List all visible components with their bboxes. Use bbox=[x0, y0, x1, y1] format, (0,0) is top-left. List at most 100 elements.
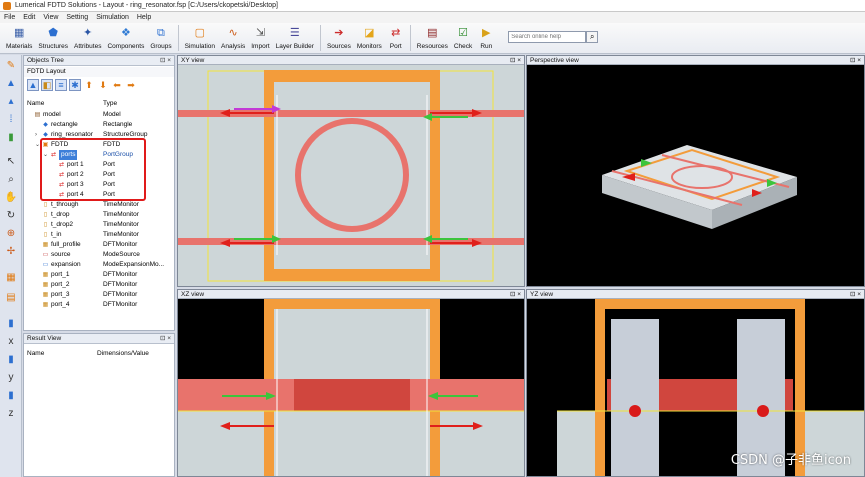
shapes-icon[interactable]: ▲ bbox=[4, 77, 18, 90]
tree-row[interactable]: ▯ t_drop TimeMonitor bbox=[24, 210, 174, 220]
sources-icon: ➔ bbox=[334, 27, 344, 39]
tree-row[interactable]: ▭ expansion ModeExpansionMo... bbox=[24, 260, 174, 270]
tree-row-label: port_4 bbox=[51, 301, 70, 308]
menu-file[interactable]: File bbox=[4, 14, 15, 21]
xy-view[interactable]: XY view ⊡ × bbox=[177, 55, 525, 287]
y-axis-icon[interactable]: ▮ bbox=[4, 353, 18, 366]
tree-row[interactable]: ▯ t_in TimeMonitor bbox=[24, 230, 174, 240]
menu-help[interactable]: Help bbox=[137, 14, 151, 21]
array-icon[interactable]: ▴ bbox=[4, 95, 18, 108]
view-controls[interactable]: ⊡ × bbox=[510, 290, 521, 299]
toolbar-import-button[interactable]: ⇲ Import bbox=[251, 23, 269, 53]
draw-icon[interactable]: ✎ bbox=[4, 59, 18, 72]
tree-row-label: expansion bbox=[51, 261, 81, 268]
toolbar-structures-button[interactable]: ⬟ Structures bbox=[38, 23, 68, 53]
column-type-header[interactable]: Type bbox=[103, 98, 117, 109]
search-icon[interactable]: ⌕ bbox=[586, 31, 599, 43]
toolbar-groups-button[interactable]: ⧉ Groups bbox=[150, 23, 171, 53]
toolbar-port-button[interactable]: ⇄ Port bbox=[388, 23, 404, 53]
tree-row-name-cell: ▦ port_1 bbox=[35, 270, 70, 280]
toolbar-separator bbox=[319, 25, 321, 51]
menu-simulation[interactable]: Simulation bbox=[96, 14, 129, 21]
column-name-header[interactable]: Name bbox=[27, 348, 44, 359]
toolbar-layer-builder-button[interactable]: ☰ Layer Builder bbox=[276, 23, 314, 53]
perspective-view[interactable]: Perspective view ⊡ × bbox=[526, 55, 865, 287]
help-search-input[interactable] bbox=[508, 31, 587, 43]
panel-controls[interactable]: ⊡ × bbox=[160, 56, 171, 66]
view-grid-icon[interactable]: ▦ bbox=[4, 271, 18, 284]
toolbar-label: Monitors bbox=[356, 43, 382, 50]
tree-row-name-cell: ▯ t_drop2 bbox=[35, 220, 73, 230]
measure-icon[interactable]: ⊕ bbox=[4, 227, 18, 240]
mode-expansion-icon: ▭ bbox=[42, 261, 49, 268]
pan-hand-icon[interactable]: ✋ bbox=[4, 191, 18, 204]
z-view-icon[interactable]: z bbox=[4, 407, 18, 420]
check-icon: ☑ bbox=[458, 27, 468, 39]
tree-row[interactable]: ▦ port_2 DFTMonitor bbox=[24, 280, 174, 290]
x-view-icon[interactable]: x bbox=[4, 335, 18, 348]
toolbar-check-button[interactable]: ☑ Check bbox=[454, 23, 472, 53]
move-left-icon[interactable]: ⬅ bbox=[111, 79, 123, 91]
toolbar-components-button[interactable]: ❖ Components bbox=[107, 23, 144, 53]
menu-view[interactable]: View bbox=[43, 14, 58, 21]
toolbar-attributes-button[interactable]: ✦ Attributes bbox=[74, 23, 101, 53]
y-view-icon[interactable]: y bbox=[4, 371, 18, 384]
port-icon: ⇄ bbox=[391, 27, 401, 39]
toolbar-resources-button[interactable]: ▤ Resources bbox=[417, 23, 448, 53]
grid-icon[interactable]: ⁞ bbox=[4, 113, 18, 126]
tree-row[interactable]: ▦ port_3 DFTMonitor bbox=[24, 290, 174, 300]
tree-view-icon[interactable]: ▲ bbox=[27, 79, 39, 91]
tree-row[interactable]: ▤ model Model bbox=[24, 110, 174, 120]
rotate-icon[interactable]: ↻ bbox=[4, 209, 18, 222]
x-axis-icon[interactable]: ▮ bbox=[4, 317, 18, 330]
tree-sort-icon[interactable]: ≡ bbox=[55, 79, 67, 91]
tree-row[interactable]: ▦ port_4 DFTMonitor bbox=[24, 300, 174, 310]
view-title-text: YZ view bbox=[530, 291, 554, 298]
tree-filter-icon[interactable]: ◧ bbox=[41, 79, 53, 91]
zoom-icon[interactable]: ⌕ bbox=[4, 173, 18, 186]
view-controls[interactable]: ⊡ × bbox=[510, 56, 521, 65]
layer-builder-icon: ☰ bbox=[289, 27, 300, 39]
delete-icon[interactable]: ▮ bbox=[4, 131, 18, 144]
tree-row[interactable]: ▯ t_drop2 TimeMonitor bbox=[24, 220, 174, 230]
toolbar-label: Port bbox=[389, 43, 402, 50]
panel-controls[interactable]: ⊡ × bbox=[160, 334, 171, 344]
toolbar-materials-button[interactable]: ▦ Materials bbox=[6, 23, 32, 53]
view-layout-icon[interactable]: ▤ bbox=[4, 291, 18, 304]
view-title-text: XZ view bbox=[181, 291, 205, 298]
toolbar-separator bbox=[177, 25, 179, 51]
expander-icon[interactable]: › bbox=[35, 130, 40, 140]
panel-title-text: Result View bbox=[27, 335, 62, 342]
tree-row[interactable]: ▦ full_profile DFTMonitor bbox=[24, 240, 174, 250]
main-toolbar: ▦ Materials ⬟ Structures ✦ Attributes ❖ Comp… bbox=[0, 23, 865, 54]
menu-edit[interactable]: Edit bbox=[23, 14, 35, 21]
tree-row[interactable]: ▯ t_through TimeMonitor bbox=[24, 200, 174, 210]
move-up-icon[interactable]: ⬆ bbox=[83, 79, 95, 91]
tree-row-label: port_3 bbox=[51, 291, 70, 298]
menu-setting[interactable]: Setting bbox=[66, 14, 88, 21]
column-dims-header[interactable]: Dimensions/Value bbox=[97, 348, 149, 359]
xy-view-title: XY view ⊡ × bbox=[178, 56, 524, 65]
toolbar-run-button[interactable]: ▶ Run bbox=[478, 23, 494, 53]
toolbar-simulation-button[interactable]: ▢ Simulation bbox=[185, 23, 215, 53]
view-controls[interactable]: ⊡ × bbox=[850, 290, 861, 299]
view-controls[interactable]: ⊡ × bbox=[850, 56, 861, 65]
toolbar-monitors-button[interactable]: ◪ Monitors bbox=[357, 23, 382, 53]
result-view-panel: Result View ⊡ × Name Dimensions/Value bbox=[23, 333, 175, 477]
select-cursor-icon[interactable]: ↖ bbox=[4, 155, 18, 168]
toolbar-sources-button[interactable]: ➔ Sources bbox=[327, 23, 351, 53]
xz-view[interactable]: XZ view ⊡ × bbox=[177, 289, 525, 477]
tree-row-name-cell: ▦ port_3 bbox=[35, 290, 70, 300]
tree-row[interactable]: ▦ port_1 DFTMonitor bbox=[24, 270, 174, 280]
toolbar-analysis-button[interactable]: ∿ Analysis bbox=[221, 23, 245, 53]
tree-expand-icon[interactable]: ✱ bbox=[69, 79, 81, 91]
move-down-icon[interactable]: ⬇ bbox=[97, 79, 109, 91]
ruler-icon[interactable]: ✢ bbox=[4, 245, 18, 258]
z-axis-icon[interactable]: ▮ bbox=[4, 389, 18, 402]
tree-row[interactable]: ▭ source ModeSource bbox=[24, 250, 174, 260]
tree-row[interactable]: ◆ rectangle Rectangle bbox=[24, 120, 174, 130]
column-name-header[interactable]: Name bbox=[27, 98, 44, 109]
move-right-icon[interactable]: ➡ bbox=[125, 79, 137, 91]
tree-row-type: TimeMonitor bbox=[103, 221, 139, 228]
tree-row-label: model bbox=[43, 111, 61, 118]
